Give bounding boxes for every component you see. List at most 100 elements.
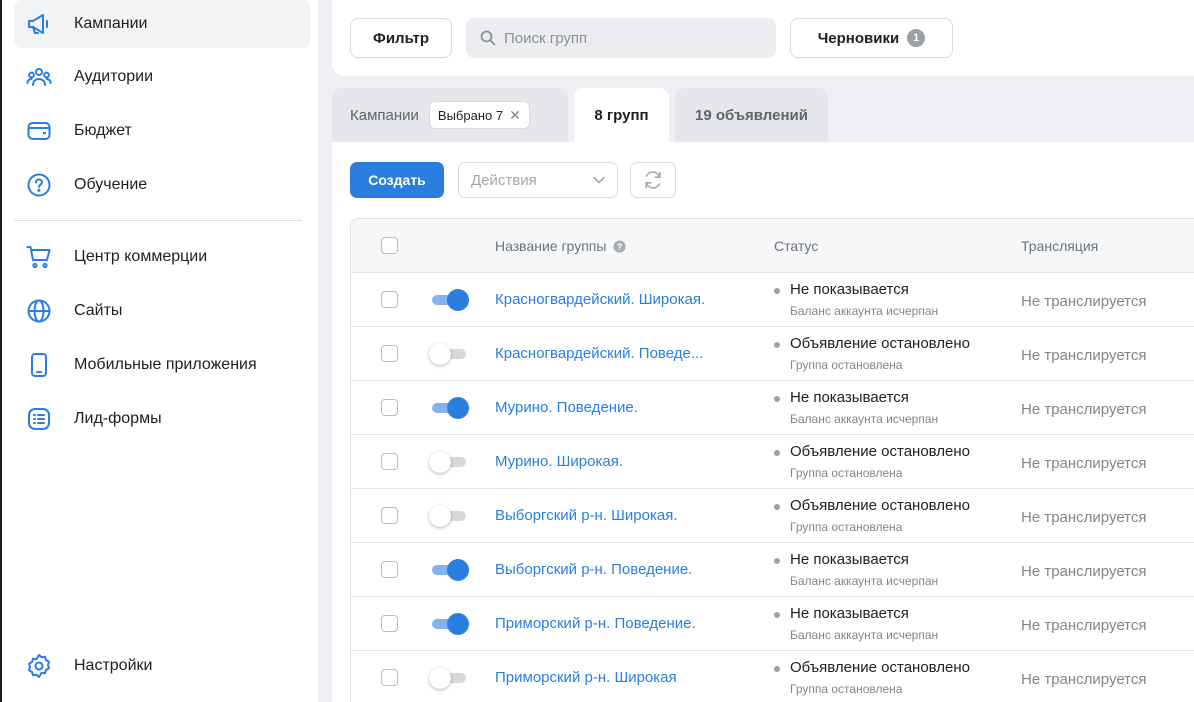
chevron-down-icon [593,176,605,184]
sidebar-item-mobile-apps[interactable]: Мобильные приложения [14,341,310,389]
close-icon[interactable]: ✕ [509,107,521,124]
drafts-count-badge: 1 [907,29,926,47]
table-row[interactable]: Красногвардейский. Широкая. Не показывает… [351,273,1194,327]
status-subtext: Баланс аккаунта исчерпан [790,574,939,588]
row-checkbox[interactable] [381,561,398,578]
sidebar-item-lead-forms[interactable]: Лид-формы [14,395,310,443]
sidebar-item-settings[interactable]: Настройки [14,642,310,690]
tabs-row: Кампании Выбрано 7 ✕ 8 групп 19 объявлен… [332,88,1194,142]
status-subtext: Группа остановлена [790,682,903,696]
group-toggle[interactable] [429,559,469,581]
table-row[interactable]: Красногвардейский. Поведе... Объявление о… [351,327,1194,381]
group-toggle[interactable] [429,397,469,419]
group-name-link[interactable]: Выборгский р-н. Поведение. [495,561,692,578]
row-checkbox[interactable] [381,615,398,632]
group-toggle[interactable] [429,451,469,473]
broadcast-status: Не транслируется [1021,293,1147,310]
status-dot [774,666,780,672]
status-text: Объявление остановлено [790,497,971,514]
broadcast-status: Не транслируется [1021,455,1147,472]
tab-campaigns-label: Кампании [350,106,419,124]
sidebar-item-label: Аудитории [74,68,154,85]
row-checkbox[interactable] [381,453,398,470]
status-text: Объявление остановлено [790,659,971,676]
sidebar-item-label: Мобильные приложения [74,356,257,373]
group-toggle[interactable] [429,667,469,689]
drafts-label: Черновики [817,29,900,47]
selected-chip: Выбрано 7 ✕ [428,101,530,129]
sidebar-item-sites[interactable]: Сайты [14,287,310,335]
toggle-knob [429,343,451,365]
sidebar-item-learning[interactable]: Обучение [14,161,310,209]
create-button[interactable]: Создать [350,162,444,198]
status-subtext: Баланс аккаунта исчерпан [790,628,939,642]
row-checkbox[interactable] [381,507,398,524]
table-row[interactable]: Приморский р-н. Поведение. Не показываетс… [351,597,1194,651]
toggle-knob [447,559,469,581]
broadcast-status: Не транслируется [1021,347,1147,364]
status-subtext: Группа остановлена [790,466,903,480]
sidebar-item-campaigns[interactable]: Кампании [14,0,310,48]
status-subtext: Баланс аккаунта исчерпан [790,412,939,426]
status-dot [774,450,780,456]
table-row[interactable]: Выборгский р-н. Поведение. Не показываетс… [351,543,1194,597]
group-name-link[interactable]: Приморский р-н. Поведение. [495,615,696,632]
help-icon[interactable]: ? [613,240,626,253]
group-toggle[interactable] [429,613,469,635]
toggle-knob [447,289,469,311]
group-toggle[interactable] [429,505,469,527]
search-icon [480,30,496,46]
sidebar-item-label: Лид-формы [74,410,162,427]
sidebar-item-budget[interactable]: Бюджет [14,107,310,155]
sidebar-divider [14,220,302,221]
group-toggle[interactable] [429,343,469,365]
table-row[interactable]: Мурино. Поведение. Не показывается Баланс … [351,381,1194,435]
sidebar-item-label: Бюджет [74,122,132,139]
status-text: Не показывается [790,551,909,568]
table-row[interactable]: Приморский р-н. Широкая Объявление остано… [351,651,1194,702]
wallet-icon [26,118,52,144]
header-broadcast: Трансляция [1021,238,1099,254]
table-row[interactable]: Мурино. Широкая. Объявление остановлено Гр… [351,435,1194,489]
refresh-button[interactable] [630,162,676,198]
status-subtext: Баланс аккаунта исчерпан [790,304,939,318]
table-header: Название группы ? Статус Трансляция [351,219,1194,273]
row-checkbox[interactable] [381,345,398,362]
table-row[interactable]: Выборгский р-н. Широкая. Объявление остан… [351,489,1194,543]
search-input[interactable] [504,29,764,47]
sidebar-item-audiences[interactable]: Аудитории [14,53,310,101]
select-all-checkbox[interactable] [381,237,398,254]
main-panel: Создать Действия Название группы ? Стату… [332,142,1194,702]
filter-button[interactable]: Фильтр [350,18,452,58]
status-text: Объявление остановлено [790,335,971,352]
search-box[interactable] [466,18,776,58]
list-form-icon [26,406,52,432]
broadcast-status: Не транслируется [1021,509,1147,526]
row-checkbox[interactable] [381,669,398,686]
group-name-link[interactable]: Мурино. Поведение. [495,399,638,416]
status-dot [774,396,780,402]
row-checkbox[interactable] [381,399,398,416]
group-toggle[interactable] [429,289,469,311]
drafts-button[interactable]: Черновики 1 [790,18,953,58]
group-name-link[interactable]: Выборгский р-н. Широкая. [495,507,677,524]
toggle-knob [447,397,469,419]
broadcast-status: Не транслируется [1021,401,1147,418]
actions-select[interactable]: Действия [458,162,618,198]
group-name-link[interactable]: Красногвардейский. Широкая. [495,291,705,308]
tab-ads[interactable]: 19 объявлений [675,88,828,142]
toggle-knob [429,505,451,527]
group-name-link[interactable]: Приморский р-н. Широкая [495,669,677,686]
sidebar-item-commerce[interactable]: Центр коммерции [14,233,310,281]
status-text: Не показывается [790,389,909,406]
tab-groups[interactable]: 8 групп [574,88,669,142]
row-checkbox[interactable] [381,291,398,308]
top-bar: Фильтр Черновики 1 [332,0,1194,76]
tab-campaigns[interactable]: Кампании Выбрано 7 ✕ [332,88,568,142]
cart-icon [26,244,52,270]
broadcast-status: Не транслируется [1021,563,1147,580]
group-name-link[interactable]: Мурино. Широкая. [495,453,623,470]
sidebar-item-label: Настройки [74,657,153,674]
group-name-link[interactable]: Красногвардейский. Поведе... [495,345,703,362]
status-text: Не показывается [790,605,909,622]
